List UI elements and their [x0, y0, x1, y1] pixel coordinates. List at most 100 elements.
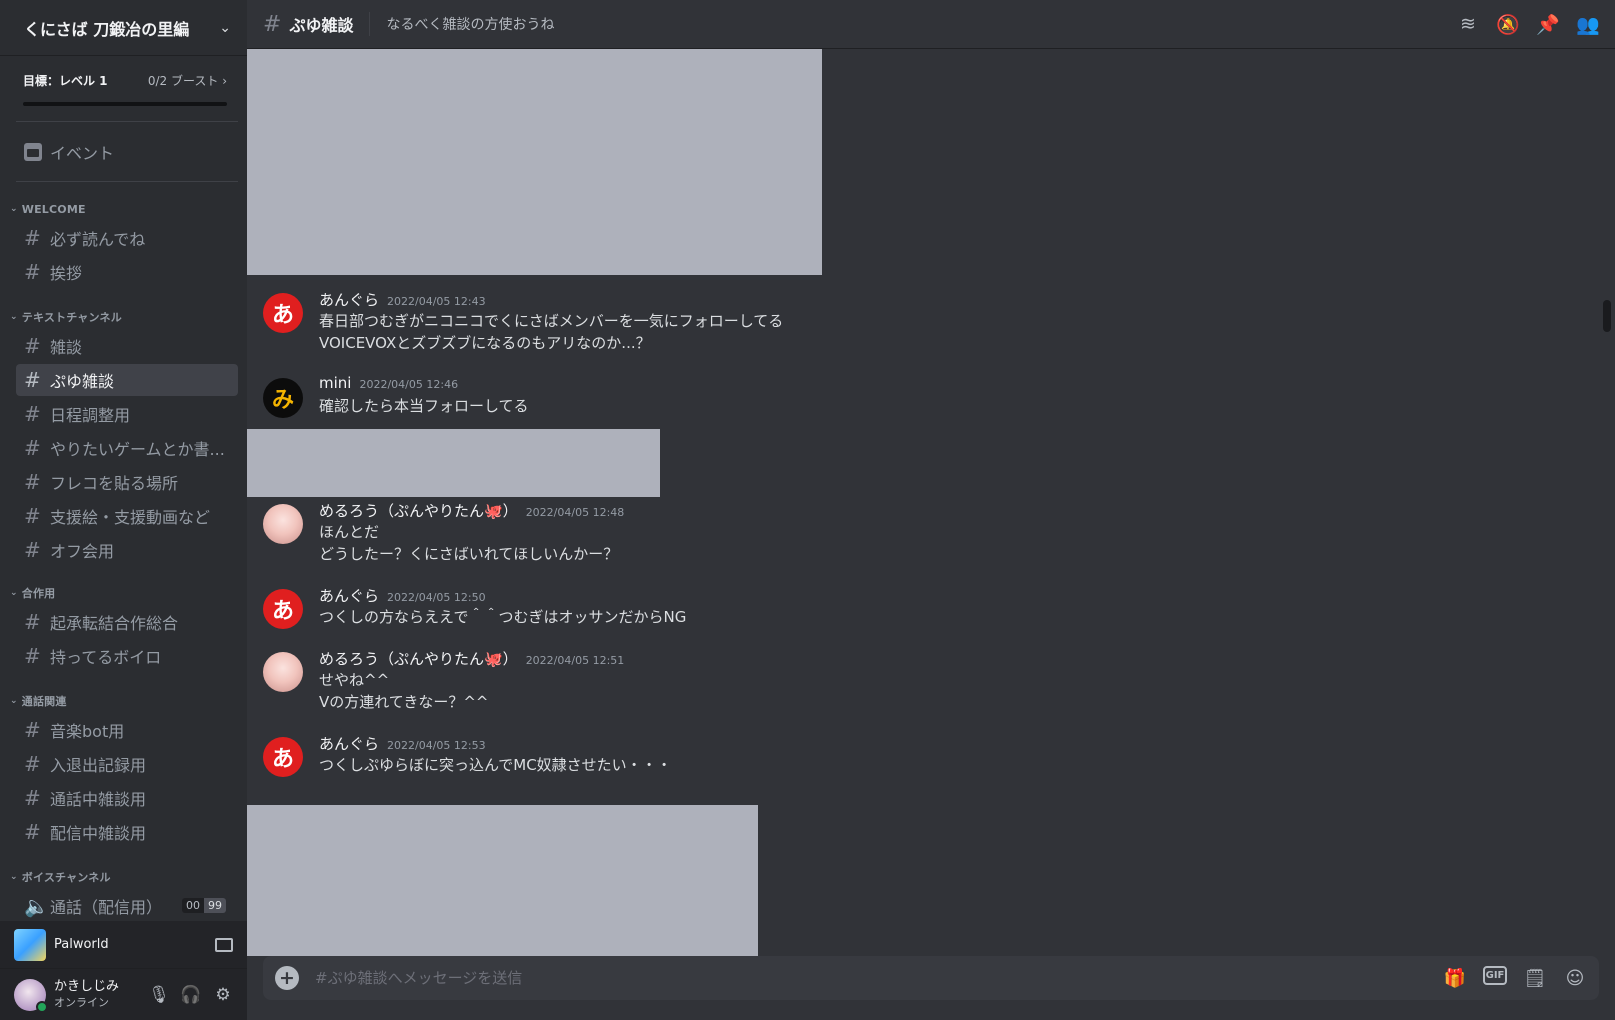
message-author[interactable]: あんぐら: [319, 585, 379, 606]
channel-item[interactable]: # 持ってるボイロ: [16, 640, 238, 672]
activity-panel: Palworld: [0, 921, 247, 969]
server-name: くにさば 刀鍛冶の里編: [24, 19, 190, 39]
user-status: オンライン: [54, 995, 109, 1009]
image-attachment[interactable]: [247, 49, 822, 275]
boost-progress-bar: [23, 102, 227, 106]
channel-item[interactable]: # 起承転結合作総合: [16, 606, 238, 638]
channel-item[interactable]: # フレコを貼る場所: [16, 466, 238, 498]
message-author[interactable]: あんぐら: [319, 289, 379, 310]
gift-icon[interactable]: 🎁: [1443, 966, 1467, 990]
channel-item[interactable]: # 音楽bot用: [16, 714, 238, 746]
hash-thread-icon: #: [24, 610, 41, 634]
pin-icon[interactable]: 📌: [1535, 11, 1561, 37]
hash-icon: #: [24, 402, 41, 426]
events-label: イベント: [50, 144, 115, 163]
avatar[interactable]: あ: [263, 737, 303, 777]
message-composer: + 🎁 GIF 🗒 ☺: [263, 956, 1599, 1000]
channel-item[interactable]: # 通話中雑談用: [16, 782, 238, 814]
sticker-icon[interactable]: 🗒: [1523, 966, 1547, 990]
voice-user-limit-badge: 00 99: [182, 898, 226, 913]
chevron-down-icon[interactable]: ⌄: [219, 20, 231, 36]
hash-icon: #: [24, 538, 41, 562]
message-input[interactable]: [315, 969, 1443, 987]
message-timestamp: 2022/04/05 12:51: [525, 654, 625, 667]
message-author[interactable]: mini: [319, 374, 351, 392]
channel-item[interactable]: # 挨拶: [16, 256, 238, 288]
hash-icon: #: [24, 504, 41, 528]
gear-icon[interactable]: ⚙: [207, 979, 239, 1011]
discord-app: くにさば 刀鍛冶の里編 ⌄ 目標：レベル 1 0/2 ブースト › イベント ⌄…: [0, 0, 1615, 1020]
plus-icon[interactable]: +: [275, 966, 299, 990]
avatar[interactable]: あ: [263, 293, 303, 333]
avatar[interactable]: み: [263, 378, 303, 418]
channel-item-active[interactable]: # ぷゆ雑談: [16, 364, 238, 396]
channel-item[interactable]: # 雑談: [16, 330, 238, 362]
message-text: VOICEVOXとズブズブになるのもアリなのか...？: [319, 334, 651, 352]
avatar[interactable]: [263, 652, 303, 692]
channel-item[interactable]: # 入退出記録用: [16, 748, 238, 780]
message-author[interactable]: めるろう（ぷんやりたん🐙）: [319, 500, 518, 521]
divider: [16, 121, 238, 122]
category-collab[interactable]: ⌄ 合作用: [10, 584, 55, 602]
message-author[interactable]: めるろう（ぷんやりたん🐙）: [319, 648, 518, 669]
avatar[interactable]: [14, 978, 48, 1013]
hash-icon: #: [24, 260, 41, 284]
voice-channel-item[interactable]: 🔈 通話（配信用） 00 99: [16, 890, 238, 922]
channel-item[interactable]: # やりたいゲームとか書...: [16, 432, 238, 464]
divider: [16, 181, 238, 182]
hash-thread-icon: #: [24, 368, 41, 392]
hash-icon: #: [24, 820, 41, 844]
category-welcome[interactable]: ⌄ WELCOME: [10, 200, 86, 218]
message-text: Vの方連れてきなー？^^: [319, 693, 489, 711]
avatar[interactable]: [263, 504, 303, 544]
message-text: ほんとだ: [319, 523, 380, 541]
microphone-icon[interactable]: 🎙: [143, 979, 175, 1011]
gif-icon[interactable]: GIF: [1483, 966, 1507, 985]
channel-title: ぷゆ雑談: [289, 16, 354, 35]
hash-icon: #: [24, 718, 41, 742]
message-timestamp: 2022/04/05 12:50: [387, 591, 486, 604]
message-text: つくしの方ならええで＾＾つむぎはオッサンだからNG: [319, 608, 687, 626]
channel-item[interactable]: # オフ会用: [16, 534, 238, 566]
emoji-icon[interactable]: ☺: [1563, 966, 1587, 990]
boost-goal-panel[interactable]: 目標：レベル 1 0/2 ブースト ›: [23, 72, 227, 112]
message-timestamp: 2022/04/05 12:43: [387, 295, 486, 308]
scrollbar[interactable]: [1603, 300, 1611, 332]
channel-item[interactable]: # 配信中雑談用: [16, 816, 238, 848]
headphones-icon[interactable]: 🎧: [175, 979, 207, 1011]
notification-bell-muted-icon[interactable]: 🔕: [1495, 11, 1521, 37]
user-name: かきしじみ: [54, 978, 120, 994]
image-attachment[interactable]: [247, 805, 758, 956]
message-text: せやね^^: [319, 671, 390, 689]
message-author[interactable]: あんぐら: [319, 733, 379, 754]
channel-sidebar: くにさば 刀鍛冶の里編 ⌄ 目標：レベル 1 0/2 ブースト › イベント ⌄…: [0, 0, 247, 1020]
hash-icon: #: [24, 334, 41, 358]
channel-topic[interactable]: なるべく雑談の方使おうね: [386, 14, 1455, 34]
image-attachment[interactable]: [247, 429, 660, 497]
message-timestamp: 2022/04/05 12:53: [387, 739, 486, 752]
message-list[interactable]: あ あんぐら 2022/04/05 12:43 春日部つむぎがニコニコでくにさば…: [247, 49, 1597, 956]
category-text-channels[interactable]: ⌄ テキストチャンネル: [10, 308, 122, 326]
channel-item[interactable]: # 必ず読んでね: [16, 222, 238, 254]
calendar-icon: [24, 143, 42, 161]
message-timestamp: 2022/04/05 12:48: [525, 506, 625, 519]
online-status-icon: [36, 1000, 48, 1013]
member-list-icon[interactable]: 👥: [1575, 11, 1601, 37]
message-text: どうしたー？くにさばいれてほしいんかー？: [319, 545, 619, 563]
category-call-related[interactable]: ⌄ 通話関連: [10, 692, 67, 710]
hash-icon: #: [24, 786, 41, 810]
stream-screen-icon[interactable]: [215, 937, 233, 952]
boost-count: 0/2 ブースト ›: [147, 74, 227, 88]
speaker-icon: 🔈: [24, 894, 49, 918]
divider: [369, 12, 371, 36]
hash-icon: #: [24, 644, 41, 668]
message-text: 確認したら本当フォローしてる: [319, 397, 529, 415]
avatar[interactable]: あ: [263, 589, 303, 629]
game-icon: [14, 928, 46, 961]
category-voice-channels[interactable]: ⌄ ボイスチャンネル: [10, 868, 111, 886]
channel-item[interactable]: # 支援絵・支援動画など: [16, 500, 238, 532]
channel-item[interactable]: # 日程調整用: [16, 398, 238, 430]
server-header[interactable]: くにさば 刀鍛冶の里編 ⌄: [0, 0, 247, 56]
threads-icon[interactable]: ≋: [1455, 11, 1481, 37]
events-button[interactable]: イベント: [16, 136, 238, 168]
